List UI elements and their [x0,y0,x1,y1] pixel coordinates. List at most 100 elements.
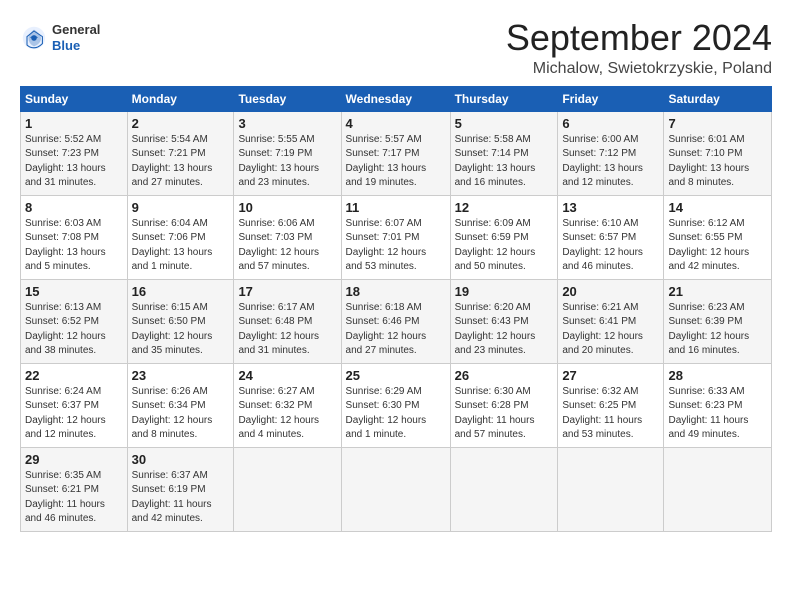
calendar-day-3: 3Sunrise: 5:55 AM Sunset: 7:19 PM Daylig… [234,111,341,195]
day-number: 19 [455,284,554,299]
day-info: Sunrise: 6:23 AM Sunset: 6:39 PM Dayligh… [668,301,767,359]
day-number: 14 [668,200,767,215]
logo-general: General [52,22,100,37]
day-number: 21 [668,284,767,299]
subtitle: Michalow, Swietokrzyskie, Poland [506,60,772,78]
calendar-header-sunday: Sunday [21,86,128,111]
logo-icon [20,24,48,52]
day-number: 2 [132,116,230,131]
day-number: 24 [238,368,336,383]
day-info: Sunrise: 6:00 AM Sunset: 7:12 PM Dayligh… [562,133,659,191]
calendar-header-wednesday: Wednesday [341,86,450,111]
calendar-day-5: 5Sunrise: 5:58 AM Sunset: 7:14 PM Daylig… [450,111,558,195]
day-number: 9 [132,200,230,215]
calendar: SundayMondayTuesdayWednesdayThursdayFrid… [20,86,772,532]
calendar-day-2: 2 Sunrise: 5:54 AM Sunset: 7:21 PM Daylig… [127,111,234,195]
day-info: Sunrise: 6:09 AM Sunset: 6:59 PM Dayligh… [455,217,554,275]
calendar-day-12: 12 Sunrise: 6:09 AM Sunset: 6:59 PM Dayli… [450,195,558,279]
day-info: Sunrise: 6:33 AM Sunset: 6:23 PM Dayligh… [668,385,767,443]
day-number: 30 [132,452,230,467]
day-number: 29 [25,452,123,467]
main-title: September 2024 [506,18,772,58]
calendar-empty-cell [558,447,664,531]
calendar-day-9: 9 Sunrise: 6:04 AM Sunset: 7:06 PM Daylig… [127,195,234,279]
calendar-header-friday: Friday [558,86,664,111]
calendar-header-saturday: Saturday [664,86,772,111]
day-number: 27 [562,368,659,383]
calendar-day-25: 25 Sunrise: 6:29 AM Sunset: 6:30 PM Dayli… [341,363,450,447]
day-number: 7 [668,116,767,131]
day-info: Sunrise: 6:01 AM Sunset: 7:10 PM Dayligh… [668,133,767,191]
calendar-day-20: 20 Sunrise: 6:21 AM Sunset: 6:41 PM Dayli… [558,279,664,363]
day-info: Sunrise: 6:29 AM Sunset: 6:30 PM Dayligh… [346,385,446,443]
day-info: Sunrise: 5:52 AM Sunset: 7:23 PM Dayligh… [25,133,123,191]
calendar-day-13: 13 Sunrise: 6:10 AM Sunset: 6:57 PM Dayli… [558,195,664,279]
day-number: 12 [455,200,554,215]
day-number: 1 [25,116,123,131]
calendar-day-27: 27Sunrise: 6:32 AM Sunset: 6:25 PM Dayli… [558,363,664,447]
calendar-day-6: 6 Sunrise: 6:00 AM Sunset: 7:12 PM Daylig… [558,111,664,195]
title-block: September 2024 Michalow, Swietokrzyskie,… [506,18,772,78]
calendar-header-row: SundayMondayTuesdayWednesdayThursdayFrid… [21,86,772,111]
calendar-week-5: 29Sunrise: 6:35 AM Sunset: 6:21 PM Dayli… [21,447,772,531]
calendar-empty-cell [664,447,772,531]
day-number: 18 [346,284,446,299]
day-number: 25 [346,368,446,383]
day-info: Sunrise: 6:20 AM Sunset: 6:43 PM Dayligh… [455,301,554,359]
day-info: Sunrise: 6:10 AM Sunset: 6:57 PM Dayligh… [562,217,659,275]
header: General Blue September 2024 Michalow, Sw… [20,18,772,78]
day-info: Sunrise: 5:54 AM Sunset: 7:21 PM Dayligh… [132,133,230,191]
day-number: 26 [455,368,554,383]
day-number: 16 [132,284,230,299]
calendar-week-3: 15 Sunrise: 6:13 AM Sunset: 6:52 PM Dayli… [21,279,772,363]
calendar-header-tuesday: Tuesday [234,86,341,111]
day-number: 10 [238,200,336,215]
day-info: Sunrise: 6:30 AM Sunset: 6:28 PM Dayligh… [455,385,554,443]
day-number: 4 [346,116,446,131]
day-number: 20 [562,284,659,299]
day-number: 13 [562,200,659,215]
logo-text: General Blue [52,22,100,53]
calendar-day-28: 28 Sunrise: 6:33 AM Sunset: 6:23 PM Dayli… [664,363,772,447]
day-info: Sunrise: 6:21 AM Sunset: 6:41 PM Dayligh… [562,301,659,359]
day-info: Sunrise: 5:58 AM Sunset: 7:14 PM Dayligh… [455,133,554,191]
calendar-day-29: 29Sunrise: 6:35 AM Sunset: 6:21 PM Dayli… [21,447,128,531]
day-info: Sunrise: 6:03 AM Sunset: 7:08 PM Dayligh… [25,217,123,275]
calendar-day-10: 10Sunrise: 6:06 AM Sunset: 7:03 PM Dayli… [234,195,341,279]
day-number: 22 [25,368,123,383]
day-info: Sunrise: 6:15 AM Sunset: 6:50 PM Dayligh… [132,301,230,359]
day-number: 15 [25,284,123,299]
day-info: Sunrise: 6:07 AM Sunset: 7:01 PM Dayligh… [346,217,446,275]
day-info: Sunrise: 6:04 AM Sunset: 7:06 PM Dayligh… [132,217,230,275]
calendar-empty-cell [234,447,341,531]
day-number: 8 [25,200,123,215]
calendar-day-14: 14Sunrise: 6:12 AM Sunset: 6:55 PM Dayli… [664,195,772,279]
logo-blue: Blue [52,38,80,53]
calendar-header-thursday: Thursday [450,86,558,111]
calendar-day-8: 8 Sunrise: 6:03 AM Sunset: 7:08 PM Daylig… [21,195,128,279]
day-info: Sunrise: 5:55 AM Sunset: 7:19 PM Dayligh… [238,133,336,191]
day-number: 6 [562,116,659,131]
calendar-day-23: 23 Sunrise: 6:26 AM Sunset: 6:34 PM Dayli… [127,363,234,447]
calendar-day-17: 17Sunrise: 6:17 AM Sunset: 6:48 PM Dayli… [234,279,341,363]
day-number: 17 [238,284,336,299]
calendar-header-monday: Monday [127,86,234,111]
calendar-day-30: 30 Sunrise: 6:37 AM Sunset: 6:19 PM Dayli… [127,447,234,531]
calendar-week-1: 1 Sunrise: 5:52 AM Sunset: 7:23 PM Daylig… [21,111,772,195]
calendar-day-26: 26 Sunrise: 6:30 AM Sunset: 6:28 PM Dayli… [450,363,558,447]
day-info: Sunrise: 6:26 AM Sunset: 6:34 PM Dayligh… [132,385,230,443]
day-info: Sunrise: 6:24 AM Sunset: 6:37 PM Dayligh… [25,385,123,443]
day-info: Sunrise: 6:27 AM Sunset: 6:32 PM Dayligh… [238,385,336,443]
calendar-day-18: 18Sunrise: 6:18 AM Sunset: 6:46 PM Dayli… [341,279,450,363]
calendar-week-4: 22 Sunrise: 6:24 AM Sunset: 6:37 PM Dayli… [21,363,772,447]
calendar-day-11: 11Sunrise: 6:07 AM Sunset: 7:01 PM Dayli… [341,195,450,279]
calendar-empty-cell [450,447,558,531]
calendar-day-7: 7 Sunrise: 6:01 AM Sunset: 7:10 PM Daylig… [664,111,772,195]
calendar-week-2: 8 Sunrise: 6:03 AM Sunset: 7:08 PM Daylig… [21,195,772,279]
day-number: 28 [668,368,767,383]
day-info: Sunrise: 6:13 AM Sunset: 6:52 PM Dayligh… [25,301,123,359]
day-number: 23 [132,368,230,383]
calendar-day-22: 22 Sunrise: 6:24 AM Sunset: 6:37 PM Dayli… [21,363,128,447]
day-info: Sunrise: 6:37 AM Sunset: 6:19 PM Dayligh… [132,469,230,527]
calendar-day-24: 24 Sunrise: 6:27 AM Sunset: 6:32 PM Dayli… [234,363,341,447]
